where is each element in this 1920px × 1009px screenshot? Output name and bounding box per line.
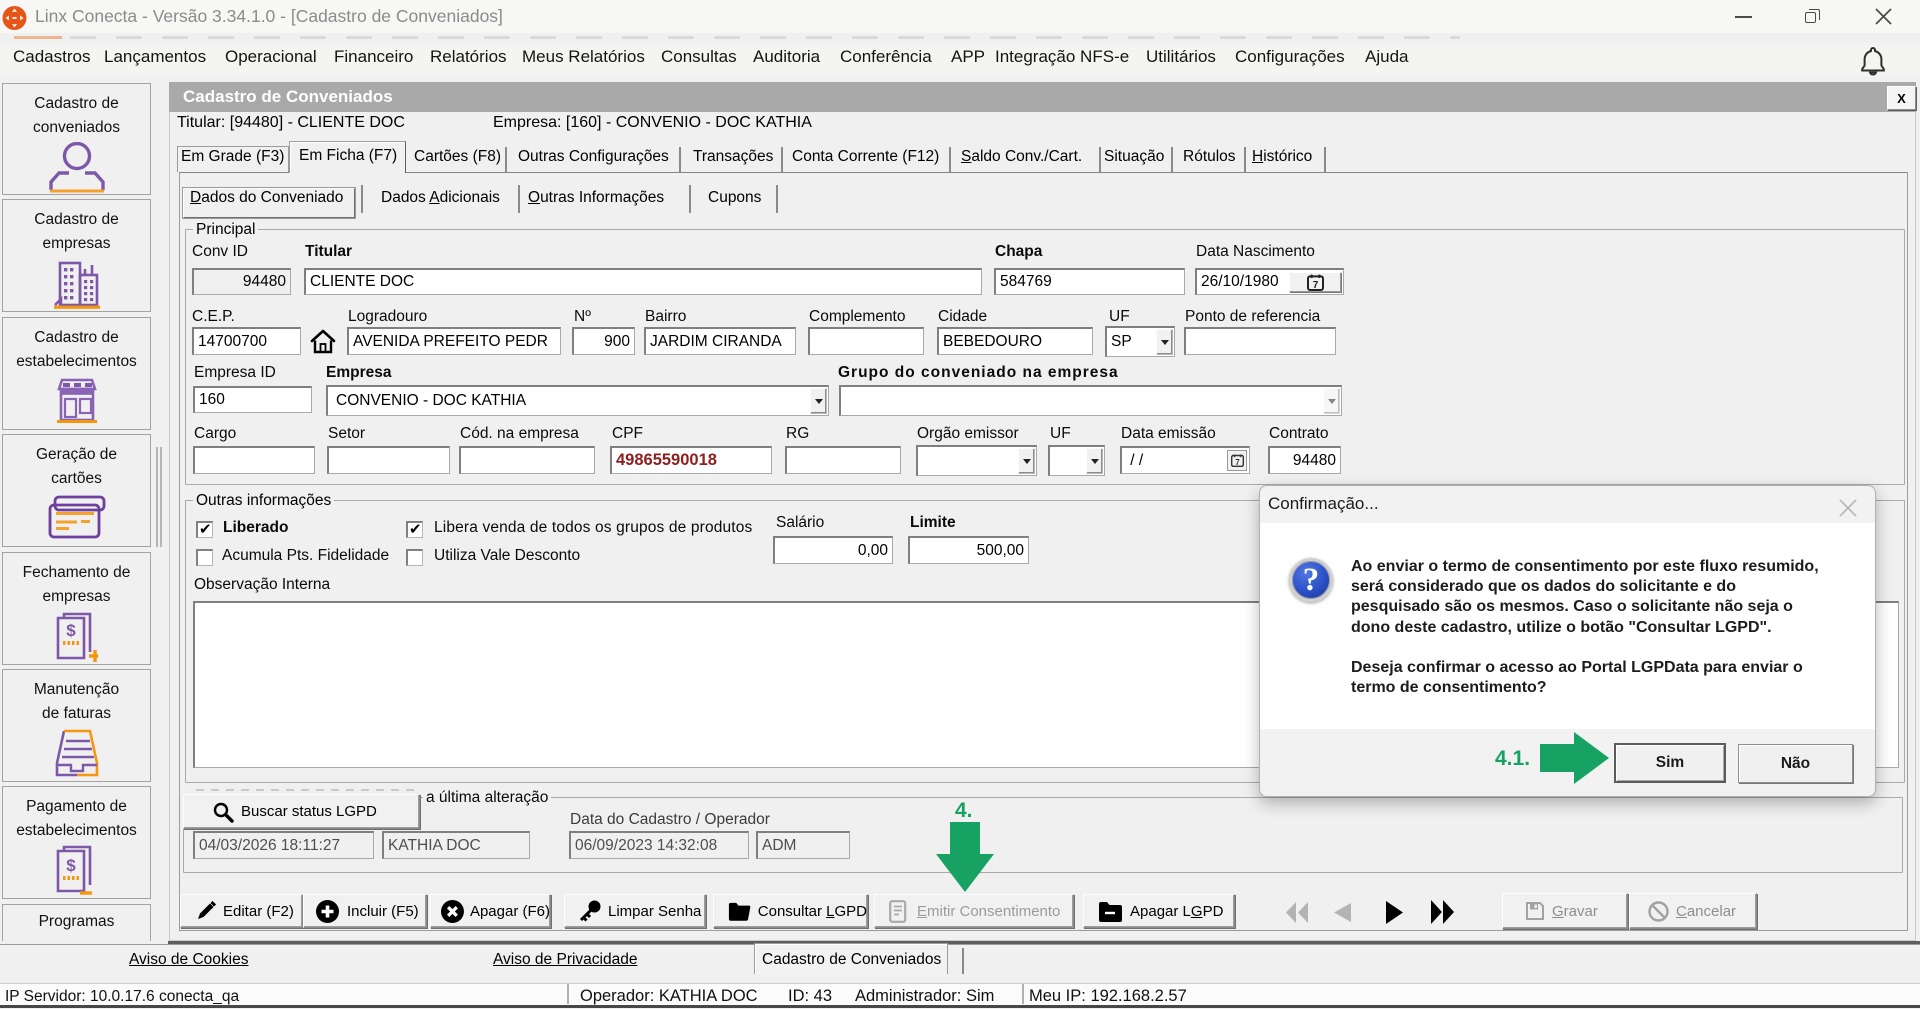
svg-text:7: 7 (1235, 458, 1240, 467)
svg-text:$: $ (66, 856, 76, 875)
svg-text:$: $ (66, 621, 76, 640)
svg-text:7: 7 (1312, 280, 1318, 291)
